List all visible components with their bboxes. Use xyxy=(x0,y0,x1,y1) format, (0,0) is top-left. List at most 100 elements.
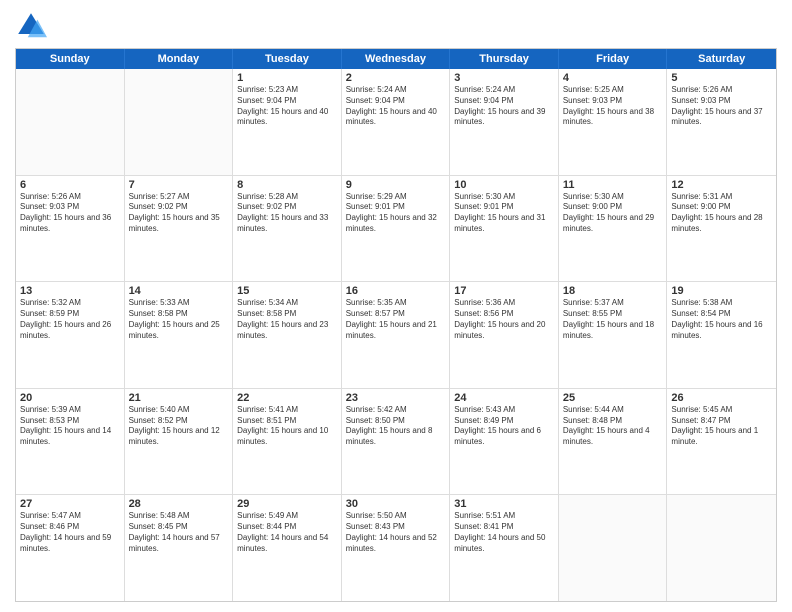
day-info: Sunrise: 5:40 AM Sunset: 8:52 PM Dayligh… xyxy=(129,405,229,448)
day-cell-14: 14Sunrise: 5:33 AM Sunset: 8:58 PM Dayli… xyxy=(125,282,234,388)
calendar-row-2: 6Sunrise: 5:26 AM Sunset: 9:03 PM Daylig… xyxy=(16,175,776,282)
day-info: Sunrise: 5:34 AM Sunset: 8:58 PM Dayligh… xyxy=(237,298,337,341)
day-number: 10 xyxy=(454,179,554,191)
day-number: 3 xyxy=(454,72,554,84)
header-day-sunday: Sunday xyxy=(16,49,125,69)
day-info: Sunrise: 5:28 AM Sunset: 9:02 PM Dayligh… xyxy=(237,192,337,235)
day-cell-2: 2Sunrise: 5:24 AM Sunset: 9:04 PM Daylig… xyxy=(342,69,451,175)
day-info: Sunrise: 5:30 AM Sunset: 9:00 PM Dayligh… xyxy=(563,192,663,235)
empty-cell xyxy=(16,69,125,175)
day-info: Sunrise: 5:45 AM Sunset: 8:47 PM Dayligh… xyxy=(671,405,772,448)
empty-cell xyxy=(125,69,234,175)
day-cell-22: 22Sunrise: 5:41 AM Sunset: 8:51 PM Dayli… xyxy=(233,389,342,495)
day-info: Sunrise: 5:26 AM Sunset: 9:03 PM Dayligh… xyxy=(671,85,772,128)
calendar-row-3: 13Sunrise: 5:32 AM Sunset: 8:59 PM Dayli… xyxy=(16,281,776,388)
day-info: Sunrise: 5:29 AM Sunset: 9:01 PM Dayligh… xyxy=(346,192,446,235)
page-header xyxy=(15,10,777,42)
day-number: 21 xyxy=(129,392,229,404)
day-info: Sunrise: 5:24 AM Sunset: 9:04 PM Dayligh… xyxy=(454,85,554,128)
day-cell-16: 16Sunrise: 5:35 AM Sunset: 8:57 PM Dayli… xyxy=(342,282,451,388)
day-info: Sunrise: 5:24 AM Sunset: 9:04 PM Dayligh… xyxy=(346,85,446,128)
calendar: SundayMondayTuesdayWednesdayThursdayFrid… xyxy=(15,48,777,602)
day-info: Sunrise: 5:42 AM Sunset: 8:50 PM Dayligh… xyxy=(346,405,446,448)
calendar-row-4: 20Sunrise: 5:39 AM Sunset: 8:53 PM Dayli… xyxy=(16,388,776,495)
day-number: 13 xyxy=(20,285,120,297)
day-cell-30: 30Sunrise: 5:50 AM Sunset: 8:43 PM Dayli… xyxy=(342,495,451,601)
day-info: Sunrise: 5:27 AM Sunset: 9:02 PM Dayligh… xyxy=(129,192,229,235)
day-info: Sunrise: 5:23 AM Sunset: 9:04 PM Dayligh… xyxy=(237,85,337,128)
day-info: Sunrise: 5:39 AM Sunset: 8:53 PM Dayligh… xyxy=(20,405,120,448)
day-number: 28 xyxy=(129,498,229,510)
day-info: Sunrise: 5:41 AM Sunset: 8:51 PM Dayligh… xyxy=(237,405,337,448)
day-info: Sunrise: 5:35 AM Sunset: 8:57 PM Dayligh… xyxy=(346,298,446,341)
day-cell-3: 3Sunrise: 5:24 AM Sunset: 9:04 PM Daylig… xyxy=(450,69,559,175)
day-number: 23 xyxy=(346,392,446,404)
day-cell-27: 27Sunrise: 5:47 AM Sunset: 8:46 PM Dayli… xyxy=(16,495,125,601)
day-info: Sunrise: 5:47 AM Sunset: 8:46 PM Dayligh… xyxy=(20,511,120,554)
day-cell-25: 25Sunrise: 5:44 AM Sunset: 8:48 PM Dayli… xyxy=(559,389,668,495)
day-cell-18: 18Sunrise: 5:37 AM Sunset: 8:55 PM Dayli… xyxy=(559,282,668,388)
header-day-tuesday: Tuesday xyxy=(233,49,342,69)
day-info: Sunrise: 5:48 AM Sunset: 8:45 PM Dayligh… xyxy=(129,511,229,554)
day-info: Sunrise: 5:50 AM Sunset: 8:43 PM Dayligh… xyxy=(346,511,446,554)
day-cell-1: 1Sunrise: 5:23 AM Sunset: 9:04 PM Daylig… xyxy=(233,69,342,175)
header-day-monday: Monday xyxy=(125,49,234,69)
day-cell-20: 20Sunrise: 5:39 AM Sunset: 8:53 PM Dayli… xyxy=(16,389,125,495)
day-number: 9 xyxy=(346,179,446,191)
logo xyxy=(15,10,51,42)
day-cell-15: 15Sunrise: 5:34 AM Sunset: 8:58 PM Dayli… xyxy=(233,282,342,388)
day-cell-19: 19Sunrise: 5:38 AM Sunset: 8:54 PM Dayli… xyxy=(667,282,776,388)
day-number: 11 xyxy=(563,179,663,191)
day-info: Sunrise: 5:51 AM Sunset: 8:41 PM Dayligh… xyxy=(454,511,554,554)
day-number: 24 xyxy=(454,392,554,404)
day-number: 31 xyxy=(454,498,554,510)
day-number: 18 xyxy=(563,285,663,297)
day-number: 7 xyxy=(129,179,229,191)
calendar-body: 1Sunrise: 5:23 AM Sunset: 9:04 PM Daylig… xyxy=(16,69,776,601)
day-info: Sunrise: 5:43 AM Sunset: 8:49 PM Dayligh… xyxy=(454,405,554,448)
day-cell-4: 4Sunrise: 5:25 AM Sunset: 9:03 PM Daylig… xyxy=(559,69,668,175)
day-cell-29: 29Sunrise: 5:49 AM Sunset: 8:44 PM Dayli… xyxy=(233,495,342,601)
day-number: 29 xyxy=(237,498,337,510)
day-info: Sunrise: 5:36 AM Sunset: 8:56 PM Dayligh… xyxy=(454,298,554,341)
day-number: 19 xyxy=(671,285,772,297)
day-info: Sunrise: 5:25 AM Sunset: 9:03 PM Dayligh… xyxy=(563,85,663,128)
day-info: Sunrise: 5:30 AM Sunset: 9:01 PM Dayligh… xyxy=(454,192,554,235)
day-cell-9: 9Sunrise: 5:29 AM Sunset: 9:01 PM Daylig… xyxy=(342,176,451,282)
day-cell-17: 17Sunrise: 5:36 AM Sunset: 8:56 PM Dayli… xyxy=(450,282,559,388)
day-number: 1 xyxy=(237,72,337,84)
calendar-header: SundayMondayTuesdayWednesdayThursdayFrid… xyxy=(16,49,776,69)
calendar-row-1: 1Sunrise: 5:23 AM Sunset: 9:04 PM Daylig… xyxy=(16,69,776,175)
header-day-friday: Friday xyxy=(559,49,668,69)
day-number: 20 xyxy=(20,392,120,404)
day-cell-21: 21Sunrise: 5:40 AM Sunset: 8:52 PM Dayli… xyxy=(125,389,234,495)
day-cell-23: 23Sunrise: 5:42 AM Sunset: 8:50 PM Dayli… xyxy=(342,389,451,495)
day-number: 12 xyxy=(671,179,772,191)
day-cell-13: 13Sunrise: 5:32 AM Sunset: 8:59 PM Dayli… xyxy=(16,282,125,388)
header-day-thursday: Thursday xyxy=(450,49,559,69)
day-cell-7: 7Sunrise: 5:27 AM Sunset: 9:02 PM Daylig… xyxy=(125,176,234,282)
day-cell-24: 24Sunrise: 5:43 AM Sunset: 8:49 PM Dayli… xyxy=(450,389,559,495)
day-number: 14 xyxy=(129,285,229,297)
day-info: Sunrise: 5:38 AM Sunset: 8:54 PM Dayligh… xyxy=(671,298,772,341)
day-cell-31: 31Sunrise: 5:51 AM Sunset: 8:41 PM Dayli… xyxy=(450,495,559,601)
empty-cell xyxy=(667,495,776,601)
day-cell-6: 6Sunrise: 5:26 AM Sunset: 9:03 PM Daylig… xyxy=(16,176,125,282)
empty-cell xyxy=(559,495,668,601)
day-cell-5: 5Sunrise: 5:26 AM Sunset: 9:03 PM Daylig… xyxy=(667,69,776,175)
day-number: 22 xyxy=(237,392,337,404)
day-cell-12: 12Sunrise: 5:31 AM Sunset: 9:00 PM Dayli… xyxy=(667,176,776,282)
day-info: Sunrise: 5:37 AM Sunset: 8:55 PM Dayligh… xyxy=(563,298,663,341)
day-info: Sunrise: 5:32 AM Sunset: 8:59 PM Dayligh… xyxy=(20,298,120,341)
day-info: Sunrise: 5:33 AM Sunset: 8:58 PM Dayligh… xyxy=(129,298,229,341)
day-info: Sunrise: 5:49 AM Sunset: 8:44 PM Dayligh… xyxy=(237,511,337,554)
day-cell-26: 26Sunrise: 5:45 AM Sunset: 8:47 PM Dayli… xyxy=(667,389,776,495)
day-info: Sunrise: 5:31 AM Sunset: 9:00 PM Dayligh… xyxy=(671,192,772,235)
day-info: Sunrise: 5:44 AM Sunset: 8:48 PM Dayligh… xyxy=(563,405,663,448)
logo-icon xyxy=(15,10,47,42)
day-number: 6 xyxy=(20,179,120,191)
day-info: Sunrise: 5:26 AM Sunset: 9:03 PM Dayligh… xyxy=(20,192,120,235)
day-cell-8: 8Sunrise: 5:28 AM Sunset: 9:02 PM Daylig… xyxy=(233,176,342,282)
day-number: 25 xyxy=(563,392,663,404)
day-number: 4 xyxy=(563,72,663,84)
